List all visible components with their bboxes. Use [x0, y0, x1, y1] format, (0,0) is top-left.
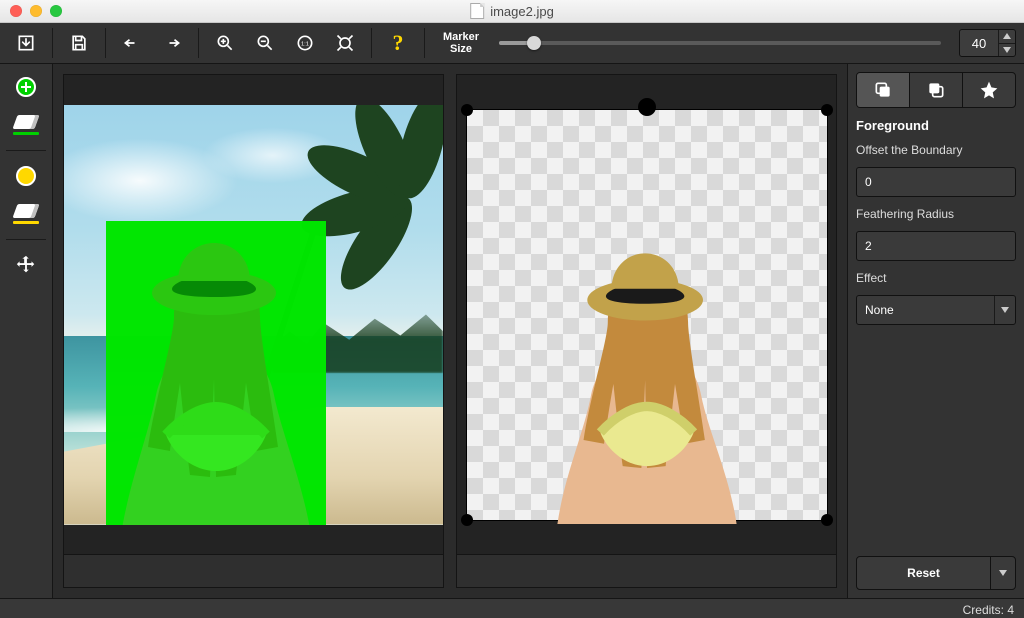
section-title: Foreground [856, 118, 1016, 133]
background-marker-tool[interactable] [6, 159, 46, 193]
yellow-circle-icon [16, 166, 36, 186]
stack-front-icon [873, 80, 893, 100]
eraser-yellow-icon [11, 204, 41, 224]
background-eraser-tool[interactable] [6, 197, 46, 231]
minimize-window-button[interactable] [30, 5, 42, 17]
file-icon [470, 3, 484, 19]
properties-panel: Foreground Offset the Boundary Featherin… [847, 64, 1024, 598]
toolbar-separator [371, 28, 372, 58]
zoom-actual-button[interactable]: 1:1 [287, 27, 323, 59]
marker-size-input[interactable] [960, 30, 998, 56]
help-icon: ? [393, 30, 404, 56]
source-canvas[interactable] [64, 75, 443, 554]
offset-input[interactable] [857, 168, 1024, 196]
undo-button[interactable] [114, 27, 150, 59]
spinner-down[interactable] [999, 44, 1015, 57]
slider-knob[interactable] [527, 36, 541, 50]
reset-button-label: Reset [857, 557, 990, 589]
foreground-eraser-tool[interactable] [6, 108, 46, 142]
zoom-1to1-icon: 1:1 [295, 33, 315, 53]
source-panel-footer [64, 554, 443, 587]
window-titlebar: image2.jpg [0, 0, 1024, 23]
move-tool[interactable] [6, 248, 46, 282]
source-image [64, 105, 443, 525]
tab-foreground[interactable] [857, 73, 910, 107]
feather-input[interactable] [857, 232, 1024, 260]
zoom-fit-button[interactable] [327, 27, 363, 59]
main-toolbar: 1:1 ? Marker Size [0, 23, 1024, 64]
zoom-out-button[interactable] [247, 27, 283, 59]
resize-handle-bl[interactable] [461, 514, 473, 526]
stack-back-icon [926, 80, 946, 100]
chevron-down-icon [999, 570, 1007, 576]
result-bounding-box[interactable] [466, 109, 828, 521]
rotate-handle[interactable] [638, 98, 656, 116]
foreground-mask-overlay [106, 221, 326, 524]
undo-icon [122, 33, 142, 53]
resize-handle-tr[interactable] [821, 104, 833, 116]
window-title: image2.jpg [470, 3, 554, 19]
zoom-out-icon [255, 33, 275, 53]
effect-label: Effect [856, 271, 1016, 285]
effect-value: None [857, 296, 994, 324]
result-panel [456, 74, 837, 588]
resize-handle-br[interactable] [821, 514, 833, 526]
feather-label: Feathering Radius [856, 207, 1016, 221]
toolbar-separator [105, 28, 106, 58]
save-icon [69, 33, 89, 53]
foreground-marker-tool[interactable] [6, 70, 46, 104]
properties-tabs [856, 72, 1016, 108]
marker-size-slider[interactable] [499, 41, 941, 45]
sidebar-separator [6, 150, 46, 151]
move-icon [15, 254, 37, 276]
credits-label: Credits: [963, 603, 1004, 617]
resize-handle-tl[interactable] [461, 104, 473, 116]
zoom-in-button[interactable] [207, 27, 243, 59]
result-canvas[interactable] [457, 75, 836, 554]
window-title-text: image2.jpg [490, 4, 554, 19]
toolbar-separator [424, 28, 425, 58]
tool-sidebar [0, 64, 53, 598]
status-bar: Credits: 4 [0, 598, 1024, 618]
close-window-button[interactable] [10, 5, 22, 17]
toolbar-separator [52, 28, 53, 58]
eraser-green-icon [11, 115, 41, 135]
redo-icon [162, 33, 182, 53]
open-icon [16, 33, 36, 53]
maximize-window-button[interactable] [50, 5, 62, 17]
spinner-up[interactable] [999, 30, 1015, 43]
marker-size-spinner[interactable] [998, 30, 1015, 56]
star-icon [979, 80, 999, 100]
save-button[interactable] [61, 27, 97, 59]
tab-effects[interactable] [963, 73, 1015, 107]
marker-size-label: Marker Size [433, 31, 489, 55]
credits-value: 4 [1007, 603, 1014, 617]
svg-text:1:1: 1:1 [301, 42, 309, 48]
offset-label: Offset the Boundary [856, 143, 1016, 157]
redo-button[interactable] [154, 27, 190, 59]
cutout-image [542, 244, 752, 524]
help-button[interactable]: ? [380, 27, 416, 59]
workarea [53, 64, 847, 598]
result-panel-footer [457, 554, 836, 587]
zoom-in-icon [215, 33, 235, 53]
toolbar-separator [198, 28, 199, 58]
tab-background[interactable] [910, 73, 963, 107]
chevron-down-icon [995, 296, 1015, 324]
feather-field[interactable] [856, 231, 1016, 261]
reset-button[interactable]: Reset [856, 556, 1016, 590]
source-panel [63, 74, 444, 588]
open-button[interactable] [8, 27, 44, 59]
marker-size-field[interactable] [959, 29, 1016, 57]
effect-dropdown[interactable]: None [856, 295, 1016, 325]
offset-field[interactable] [856, 167, 1016, 197]
plus-circle-icon [16, 77, 36, 97]
sidebar-separator [6, 239, 46, 240]
reset-button-menu[interactable] [990, 557, 1015, 589]
zoom-fit-icon [335, 33, 355, 53]
